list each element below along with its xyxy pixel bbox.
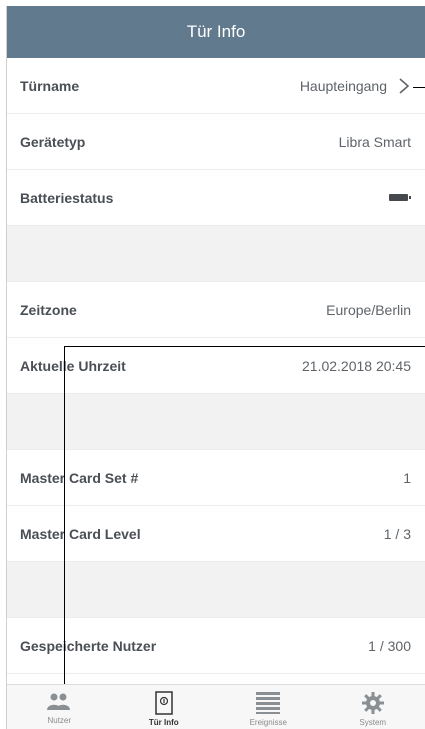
row-value: Libra Smart [338, 133, 411, 150]
row-master-card-set: Master Card Set # 1 [7, 450, 425, 506]
tab-events[interactable]: Ereignisse [216, 685, 321, 729]
section-spacer [7, 226, 425, 282]
callout-line-time-vertical [64, 346, 65, 684]
door-name-value: Haupteingang [299, 77, 387, 94]
chevron-right-icon [399, 77, 410, 94]
tab-door-info[interactable]: Tür Info [112, 685, 217, 729]
row-value: 1 / 3 [383, 525, 411, 542]
row-label: Gespeicherte Nutzer [20, 637, 157, 654]
users-icon [47, 693, 71, 710]
callout-line-time-horizontal [64, 346, 425, 347]
row-timezone: Zeitzone Europe/Berlin [7, 282, 425, 338]
page-title: Tür Info [186, 22, 246, 41]
row-label: Türname [20, 77, 80, 94]
tab-users[interactable]: Nutzer [7, 685, 112, 729]
row-label: Zeitzone [20, 301, 77, 318]
title-bar: Tür Info [7, 6, 425, 58]
row-stored-users: Gespeicherte Nutzer 1 / 300 [7, 618, 425, 674]
tab-label: System [359, 718, 387, 727]
tab-label: Nutzer [47, 716, 72, 725]
tab-label: Tür Info [148, 718, 179, 727]
row-master-card-level: Master Card Level 1 / 3 [7, 506, 425, 562]
row-label: Batteriestatus [20, 189, 114, 206]
row-label: Gerätetyp [20, 133, 86, 150]
row-value [389, 194, 411, 201]
tab-system[interactable]: System [321, 685, 425, 729]
row-label: Master Card Level [20, 525, 141, 542]
row-door-name[interactable]: Türname Haupteingang [7, 58, 425, 114]
section-spacer [7, 394, 425, 450]
row-value: 1 / 300 [368, 637, 411, 654]
gear-icon [361, 692, 384, 714]
row-value: 21.02.2018 20:45 [302, 357, 411, 374]
battery-icon [389, 194, 411, 201]
row-label: Master Card Set # [20, 469, 139, 486]
row-battery: Batteriestatus [7, 170, 425, 226]
tab-bar: Nutzer Tür Info Ereignisse System [7, 684, 425, 729]
door-icon [155, 691, 173, 715]
row-value: Europe/Berlin [326, 301, 411, 318]
row-device-type: Gerätetyp Libra Smart [7, 114, 425, 170]
row-label: Aktuelle Uhrzeit [20, 357, 126, 374]
row-value: 1 [403, 469, 411, 486]
list-icon [256, 692, 281, 714]
tab-label: Ereignisse [249, 718, 287, 727]
callout-line-door-name [413, 87, 425, 88]
row-value: Haupteingang [300, 77, 411, 95]
section-spacer [7, 562, 425, 618]
app-screen: Tür Info Türname Haupteingang Gerätetyp … [6, 6, 425, 729]
